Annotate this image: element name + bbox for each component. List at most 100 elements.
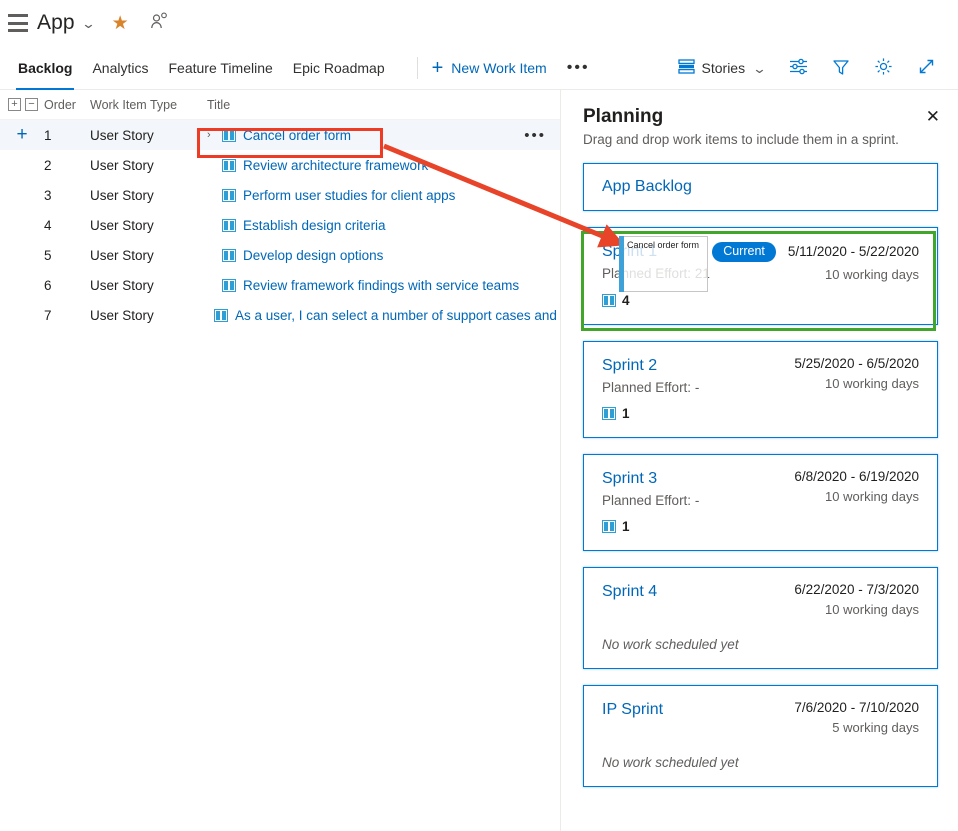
new-work-item-button[interactable]: + New Work Item xyxy=(432,58,547,78)
table-row[interactable]: 3 User Story Perform user studies for clie… xyxy=(0,180,560,210)
backlog-level-selector[interactable]: Stories ⌄ xyxy=(666,59,777,77)
app-backlog-card[interactable]: App Backlog xyxy=(583,163,938,211)
column-header-order[interactable]: Order xyxy=(44,98,90,112)
tab-backlog[interactable]: Backlog xyxy=(8,46,82,90)
tab-epic-roadmap[interactable]: Epic Roadmap xyxy=(283,46,395,90)
more-commands-button[interactable]: ••• xyxy=(567,59,590,77)
work-item-title: Develop design options xyxy=(243,247,384,263)
chevron-down-icon[interactable]: ⌄ xyxy=(81,16,96,32)
top-bar: App ⌄ ★ xyxy=(0,0,958,46)
tab-backlog-label: Backlog xyxy=(18,59,73,76)
sprint-dates: 5/11/2020 - 5/22/2020 xyxy=(787,244,919,260)
sprint-planned-effort: Planned Effort: - xyxy=(602,492,700,508)
close-icon[interactable]: ✕ xyxy=(926,108,940,125)
cell-work-item-type: User Story xyxy=(90,277,154,293)
sprint-work-item-count: 1 xyxy=(602,406,919,421)
panel-subtitle: Drag and drop work items to include them… xyxy=(583,132,899,147)
work-item-title: Review framework findings with service t… xyxy=(243,277,520,293)
cell-work-item-type: User Story xyxy=(90,307,154,323)
sprint-name[interactable]: Sprint 2 xyxy=(602,356,794,376)
user-story-icon xyxy=(602,406,616,420)
sprint-dates: 6/22/2020 - 7/3/2020 xyxy=(794,581,919,597)
settings-button[interactable] xyxy=(862,57,905,79)
user-story-icon xyxy=(222,188,236,202)
cell-title[interactable]: Review architecture framework xyxy=(195,158,560,173)
nav-tab-bar: Backlog Analytics Feature Timeline Epic … xyxy=(0,46,958,90)
expand-all-button[interactable]: + xyxy=(8,98,21,111)
sprint-empty-message: No work scheduled yet xyxy=(602,636,739,652)
sprint-working-days: 10 working days xyxy=(825,375,919,391)
cell-order: 4 xyxy=(44,217,52,233)
work-item-title: As a user, I can select a number of supp… xyxy=(235,307,560,323)
sprint-dates: 5/25/2020 - 6/5/2020 xyxy=(794,355,919,371)
cell-work-item-type: User Story xyxy=(90,247,154,263)
cell-order: 5 xyxy=(44,247,52,263)
grid-header-row: + − Order Work Item Type Title xyxy=(0,90,560,120)
sprint-card[interactable]: IP Sprint 7/6/2020 - 7/10/2020 5 working d… xyxy=(583,684,938,787)
sprint-list: Sprint 1Planned Effort: 21Current5/11/20… xyxy=(583,227,938,787)
sprint-working-days: 10 working days xyxy=(825,601,919,617)
backlog-grid: + − Order Work Item Type Title +1 User St… xyxy=(0,90,560,831)
panel-title: Planning xyxy=(583,106,664,127)
sprint-card[interactable]: Sprint 2 Planned Effort: - 5/25/2020 - 6/5… xyxy=(583,340,938,438)
user-story-icon xyxy=(214,308,228,322)
table-row[interactable]: 5 User Story Develop design options xyxy=(0,240,560,270)
row-context-menu-button[interactable]: ••• xyxy=(524,127,546,144)
cell-title[interactable]: › Cancel order form xyxy=(195,128,524,143)
sprint-name[interactable]: Sprint 3 xyxy=(602,469,794,489)
sprint-dates: 6/8/2020 - 6/19/2020 xyxy=(794,468,919,484)
planning-panel: Planning Drag and drop work items to inc… xyxy=(560,90,958,831)
drag-insert-indicator xyxy=(619,236,624,292)
cell-order: 1 xyxy=(44,127,52,143)
sprint-name[interactable]: IP Sprint xyxy=(602,700,794,720)
sprint-name[interactable]: Sprint 4 xyxy=(602,582,794,602)
tab-analytics[interactable]: Analytics xyxy=(82,46,158,90)
plus-icon: + xyxy=(431,56,444,79)
sprint-working-days: 10 working days xyxy=(825,488,919,504)
stories-icon xyxy=(677,59,695,77)
user-story-icon xyxy=(602,293,616,307)
column-options-button[interactable] xyxy=(777,58,820,78)
column-header-work-item-type[interactable]: Work Item Type xyxy=(90,98,195,112)
sprint-dates: 7/6/2020 - 7/10/2020 xyxy=(794,699,919,715)
user-story-icon xyxy=(222,128,236,142)
chevron-right-icon[interactable]: › xyxy=(207,129,215,141)
table-row[interactable]: +1 User Story › Cancel order form ••• xyxy=(0,120,560,150)
user-story-icon xyxy=(222,248,236,262)
table-row[interactable]: 6 User Story Review framework findings wit… xyxy=(0,270,560,300)
star-icon[interactable]: ★ xyxy=(112,14,129,33)
tab-feature-timeline[interactable]: Feature Timeline xyxy=(159,46,283,90)
cell-title[interactable]: Develop design options xyxy=(195,248,560,263)
sliders-icon xyxy=(789,58,808,78)
table-row[interactable]: 7 User Story As a user, I can select a num… xyxy=(0,300,560,330)
table-row[interactable]: 4 User Story Establish design criteria xyxy=(0,210,560,240)
cell-title[interactable]: As a user, I can select a number of supp… xyxy=(195,308,560,323)
person-add-icon[interactable] xyxy=(150,12,168,35)
drag-ghost-work-item: Cancel order form xyxy=(620,236,708,292)
cell-order: 3 xyxy=(44,187,52,203)
cell-title[interactable]: Perform user studies for client apps xyxy=(195,188,560,203)
tab-feature-timeline-label: Feature Timeline xyxy=(168,59,273,76)
cell-title[interactable]: Review framework findings with service t… xyxy=(195,278,560,293)
filter-button[interactable] xyxy=(820,58,862,79)
user-story-icon xyxy=(602,519,616,533)
new-work-item-label: New Work Item xyxy=(451,59,547,76)
sprint-card[interactable]: Sprint 4 6/22/2020 - 7/3/2020 10 working d… xyxy=(583,566,938,669)
column-header-title[interactable]: Title xyxy=(195,98,560,112)
sprint-count-value: 1 xyxy=(622,405,630,421)
sprint-card[interactable]: Sprint 3 Planned Effort: - 6/8/2020 - 6/19… xyxy=(583,453,938,551)
table-row[interactable]: 2 User Story Review architecture framework xyxy=(0,150,560,180)
cell-work-item-type: User Story xyxy=(90,157,154,173)
cell-work-item-type: User Story xyxy=(90,187,154,203)
hamburger-icon[interactable] xyxy=(8,14,28,32)
cell-title[interactable]: Establish design criteria xyxy=(195,218,560,233)
fullscreen-button[interactable] xyxy=(905,57,948,79)
sprint-working-days: 10 working days xyxy=(825,266,919,282)
app-title: App xyxy=(37,11,75,34)
work-item-title: Establish design criteria xyxy=(243,217,386,233)
cell-work-item-type: User Story xyxy=(90,217,154,233)
collapse-all-button[interactable]: − xyxy=(25,98,38,111)
funnel-icon xyxy=(832,58,850,79)
add-child-button[interactable]: + xyxy=(0,124,44,146)
user-story-icon xyxy=(222,218,236,232)
